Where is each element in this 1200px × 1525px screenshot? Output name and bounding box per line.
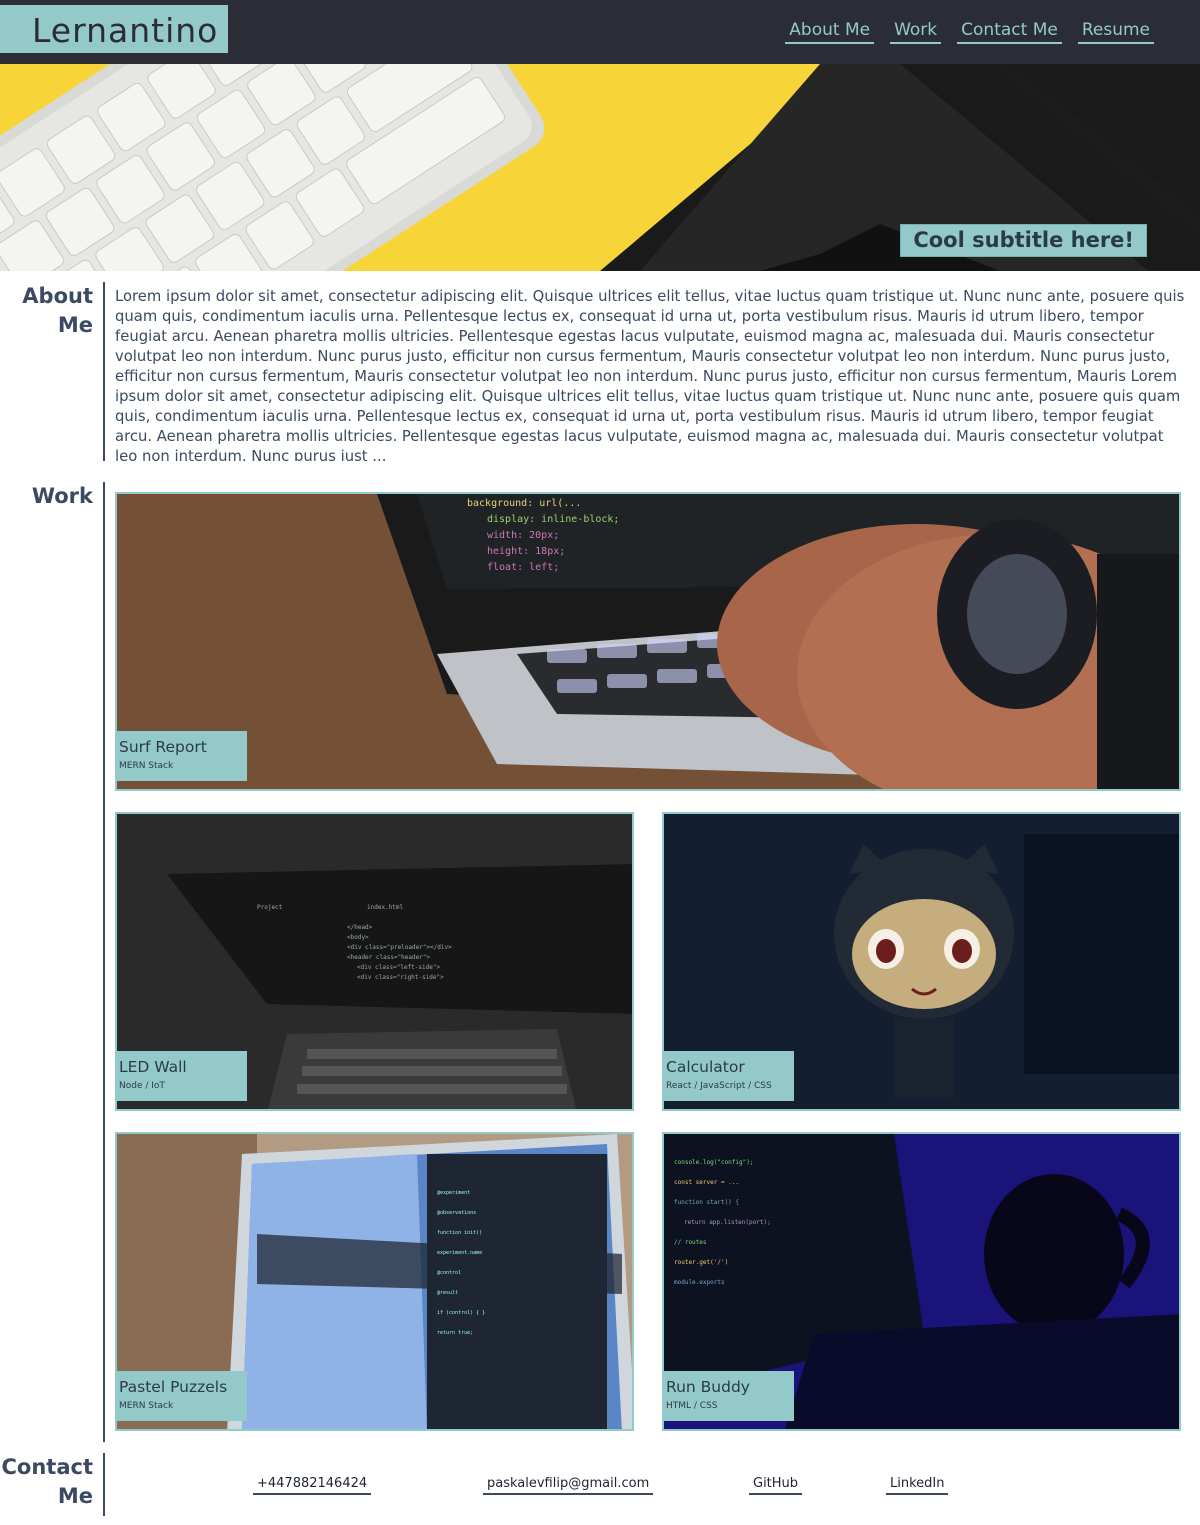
project-title: Run Buddy <box>666 1378 750 1396</box>
contact-section: Contact Me +447882146424 paskalevfilip@g… <box>0 1453 1200 1516</box>
hero-subtitle: Cool subtitle here! <box>900 224 1147 257</box>
project-stack: Node / IoT <box>119 1081 165 1091</box>
svg-text:Project: Project <box>257 904 283 911</box>
project-row-1: Project index.html </head> <body> <div cla… <box>115 812 1181 1111</box>
contact-links: +447882146424 paskalevfilip@gmail.com Gi… <box>103 1453 1185 1516</box>
svg-text:// routes: // routes <box>674 1239 707 1246</box>
site-header: Lernantino About Me Work Contact Me Resu… <box>0 0 1200 64</box>
project-title: Pastel Puzzels <box>119 1378 228 1396</box>
svg-text:@result: @result <box>437 1290 458 1296</box>
work-heading: Work <box>0 482 103 1442</box>
svg-text:function start() {: function start() { <box>674 1199 739 1206</box>
project-caption: LED Wall Node / IoT <box>117 1051 247 1101</box>
project-caption: Run Buddy HTML / CSS <box>664 1371 794 1421</box>
project-stack: MERN Stack <box>119 761 174 771</box>
contact-github-link[interactable]: GitHub <box>749 1476 803 1495</box>
svg-text:<div class="right-side">: <div class="right-side"> <box>357 974 444 981</box>
svg-text:function init(): function init() <box>437 1230 482 1236</box>
contact-heading-line2: Me <box>57 1484 93 1508</box>
about-heading: About Me <box>0 282 103 461</box>
svg-text:experiment.name: experiment.name <box>437 1250 482 1256</box>
brand-logo[interactable]: Lernantino <box>0 5 228 53</box>
project-card-surf-report[interactable]: background: url(... display: inline-bloc… <box>115 492 1181 791</box>
svg-text:width: 20px;: width: 20px; <box>487 530 559 541</box>
main-nav: About Me Work Contact Me Resume <box>769 20 1154 44</box>
project-caption: Pastel Puzzels MERN Stack <box>117 1371 247 1421</box>
project-caption: Calculator React / JavaScript / CSS <box>664 1051 794 1101</box>
svg-text:<body>: <body> <box>347 934 369 941</box>
brand-name: Lernantino <box>32 11 219 50</box>
svg-text:const server = ...: const server = ... <box>674 1179 739 1186</box>
svg-text:<header class="header">: <header class="header"> <box>347 954 430 961</box>
contact-heading: Contact Me <box>0 1453 103 1516</box>
nav-link-contact-me[interactable]: Contact Me <box>957 20 1062 44</box>
project-stack: HTML / CSS <box>666 1401 718 1411</box>
about-heading-line2: Me <box>57 313 93 337</box>
nav-link-about-me[interactable]: About Me <box>785 20 875 44</box>
project-title: LED Wall <box>119 1058 187 1076</box>
about-text-container: Lorem ipsum dolor sit amet, consectetur … <box>103 282 1185 461</box>
about-text: Lorem ipsum dolor sit amet, consectetur … <box>115 288 1185 461</box>
contact-linkedin-link[interactable]: LinkedIn <box>886 1476 949 1495</box>
svg-text:return app.listen(port);: return app.listen(port); <box>684 1219 771 1226</box>
svg-text:module.exports: module.exports <box>674 1279 725 1286</box>
contact-heading-line1: Contact <box>1 1455 94 1479</box>
svg-text:router.get('/'): router.get('/') <box>674 1259 728 1266</box>
project-card-led-wall[interactable]: Project index.html </head> <body> <div cla… <box>115 812 634 1111</box>
project-stack: React / JavaScript / CSS <box>666 1081 772 1091</box>
project-row-2: @experiment @observations function init()… <box>115 1132 1181 1431</box>
project-stack: MERN Stack <box>119 1401 174 1411</box>
work-section: Work background: url(... display: inline… <box>0 482 1200 1442</box>
svg-text:index.html: index.html <box>367 904 404 911</box>
svg-text:@observations: @observations <box>437 1210 476 1216</box>
contact-email-link[interactable]: paskalevfilip@gmail.com <box>483 1476 654 1495</box>
project-card-run-buddy[interactable]: console.log("config"); const server = ..… <box>662 1132 1181 1431</box>
svg-text:@experiment: @experiment <box>437 1190 470 1196</box>
project-card-calculator[interactable]: Calculator React / JavaScript / CSS <box>662 812 1181 1111</box>
project-caption: Surf Report MERN Stack <box>117 731 247 781</box>
contact-phone-link[interactable]: +447882146424 <box>253 1476 372 1495</box>
work-grid: background: url(... display: inline-bloc… <box>103 482 1185 1442</box>
project-title: Calculator <box>666 1058 745 1076</box>
svg-text:<div class="left-side">: <div class="left-side"> <box>357 964 440 971</box>
project-title: Surf Report <box>119 738 207 756</box>
project-card-pastel-puzzels[interactable]: @experiment @observations function init()… <box>115 1132 634 1431</box>
work-heading-text: Work <box>31 484 93 508</box>
svg-text:console.log("config");: console.log("config"); <box>674 1159 753 1166</box>
svg-text:return true;: return true; <box>437 1330 473 1336</box>
about-heading-line1: About <box>22 284 93 308</box>
svg-text:height: 18px;: height: 18px; <box>487 546 565 557</box>
svg-text:<div class="preloader"></div>: <div class="preloader"></div> <box>347 944 452 951</box>
svg-text:</head>: </head> <box>347 924 373 931</box>
svg-text:@control: @control <box>437 1270 461 1276</box>
nav-link-work[interactable]: Work <box>890 20 942 44</box>
about-section: About Me Lorem ipsum dolor sit amet, con… <box>0 282 1200 461</box>
svg-text:display: inline-block;: display: inline-block; <box>487 514 619 525</box>
svg-text:if (control) { }: if (control) { } <box>437 1310 485 1316</box>
hero-banner: Cool subtitle here! <box>0 64 1200 271</box>
nav-link-resume[interactable]: Resume <box>1077 20 1154 44</box>
project-image-laptop-typing: background: url(... display: inline-bloc… <box>117 494 1179 789</box>
svg-text:float: left;: float: left; <box>487 562 559 573</box>
svg-text:background: url(...: background: url(... <box>467 498 581 509</box>
